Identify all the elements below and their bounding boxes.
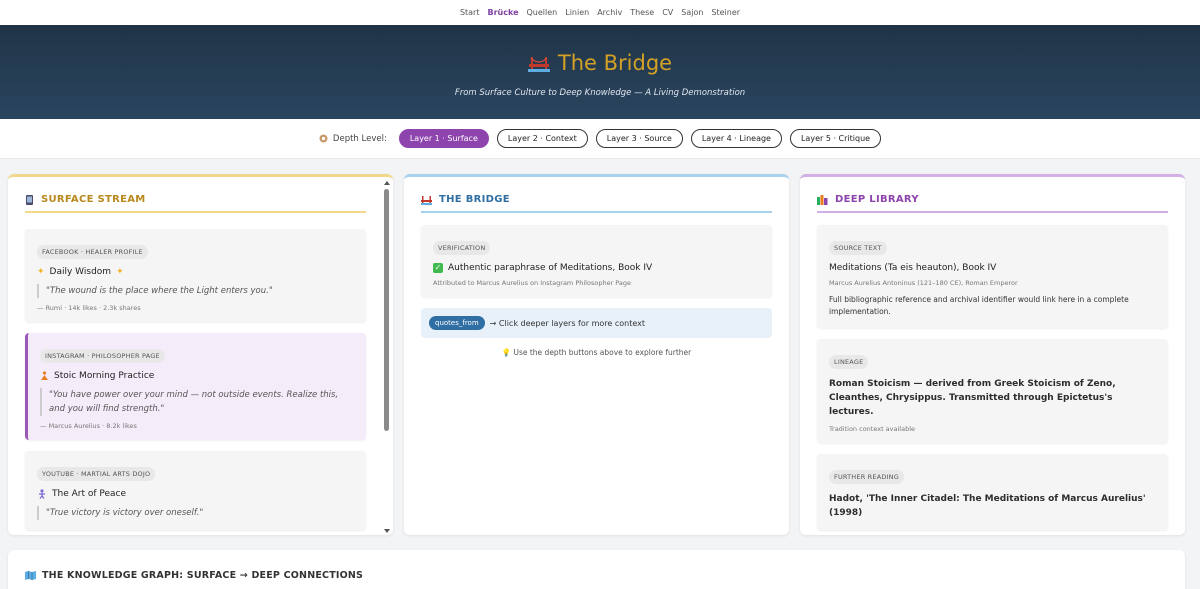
card-meta: — Rumi · 14k likes · 2.3k shares bbox=[37, 304, 141, 312]
sparkle-icon: ✦ bbox=[37, 267, 45, 277]
hero-banner: The Bridge From Surface Culture to Deep … bbox=[0, 25, 1200, 119]
library-card[interactable]: LINEAGE Roman Stoicism — derived from Gr… bbox=[817, 339, 1168, 443]
check-icon: ✓ bbox=[433, 263, 443, 273]
nav-cv[interactable]: CV bbox=[662, 8, 673, 17]
library-card[interactable]: SOURCE TEXT Meditations (Ta eis heauton)… bbox=[817, 225, 1168, 328]
verification-tag: VERIFICATION bbox=[433, 241, 491, 255]
books-icon bbox=[817, 194, 828, 205]
lightbulb-icon: 💡 bbox=[501, 348, 512, 357]
phone-icon bbox=[26, 194, 33, 205]
card-meta: — Marcus Aurelius · 8.2k likes bbox=[40, 422, 137, 430]
library-meta: Marcus Aurelius Antoninus (121–180 CE), … bbox=[829, 279, 1018, 287]
page-title-row: The Bridge bbox=[0, 51, 1200, 75]
nav-linien[interactable]: Linien bbox=[565, 8, 589, 17]
sparkle-icon: ✦ bbox=[116, 267, 124, 277]
top-nav: Start Brücke Quellen Linien Archiv These… bbox=[0, 0, 1200, 25]
scroll-up-arrow-icon[interactable] bbox=[384, 181, 390, 185]
depth-hint: 💡 Use the depth buttons above to explore… bbox=[404, 348, 789, 357]
depth-layer-5-button[interactable]: Layer 5 · Critique bbox=[789, 129, 882, 148]
scroll-thumb[interactable] bbox=[384, 189, 389, 431]
depth-selector: Depth Level: Layer 1 · Surface Layer 2 ·… bbox=[0, 119, 1200, 159]
verification-meta: Attributed to Marcus Aurelius on Instagr… bbox=[433, 279, 632, 287]
deep-library-heading: DEEP LIBRARY bbox=[817, 194, 1168, 213]
surface-card[interactable]: FACEBOOK · HEALER PROFILE ✦ Daily Wisdom… bbox=[25, 229, 366, 322]
bridge-panel: THE BRIDGE VERIFICATION ✓ Authentic para… bbox=[404, 174, 789, 535]
card-quote: "You have power over your mind — not out… bbox=[40, 388, 354, 416]
nav-steiner[interactable]: Steiner bbox=[711, 8, 740, 17]
page-title: The Bridge bbox=[557, 51, 673, 75]
library-desc: Full bibliographic reference and archiva… bbox=[829, 295, 1129, 316]
relation-notice-text: → Click deeper layers for more context bbox=[489, 318, 646, 328]
meditation-icon bbox=[41, 371, 48, 380]
relation-notice: quotes_from → Click deeper layers for mo… bbox=[421, 308, 772, 338]
surface-scrollbar[interactable] bbox=[383, 181, 390, 533]
library-title: Meditations (Ta eis heauton), Book IV bbox=[829, 263, 997, 273]
nav-these[interactable]: These bbox=[630, 8, 654, 17]
surface-stream-heading: SURFACE STREAM bbox=[25, 194, 366, 213]
source-tag: FACEBOOK · HEALER PROFILE bbox=[37, 245, 148, 259]
card-title: The Art of Peace bbox=[52, 489, 127, 499]
page-subtitle: From Surface Culture to Deep Knowledge —… bbox=[454, 88, 746, 98]
library-tag: SOURCE TEXT bbox=[829, 241, 887, 255]
nav-quellen[interactable]: Quellen bbox=[527, 8, 558, 17]
verification-card: VERIFICATION ✓ Authentic paraphrase of M… bbox=[421, 225, 772, 297]
card-title-row: The Art of Peace bbox=[37, 489, 354, 499]
depth-label-wrap: Depth Level: bbox=[319, 134, 387, 144]
deep-library-panel: DEEP LIBRARY SOURCE TEXT Meditations (Ta… bbox=[800, 174, 1185, 535]
scroll-down-arrow-icon[interactable] bbox=[384, 529, 390, 533]
card-title: Stoic Morning Practice bbox=[54, 371, 155, 381]
library-tag: LINEAGE bbox=[829, 355, 869, 369]
depth-layer-2-button[interactable]: Layer 2 · Context bbox=[496, 129, 588, 148]
depth-label: Depth Level: bbox=[332, 133, 387, 144]
source-tag: INSTAGRAM · PHILOSOPHER PAGE bbox=[40, 349, 165, 363]
depth-layer-4-button[interactable]: Layer 4 · Lineage bbox=[690, 129, 782, 148]
nav-sajon[interactable]: Sajon bbox=[681, 8, 703, 17]
card-quote: "True victory is victory over oneself." bbox=[37, 506, 354, 520]
quotes-from-pill[interactable]: quotes_from bbox=[429, 316, 485, 330]
knowledge-graph-title: THE KNOWLEDGE GRAPH: SURFACE → DEEP CONN… bbox=[42, 570, 364, 581]
bridge-icon bbox=[421, 195, 432, 205]
knowledge-graph-heading: THE KNOWLEDGE GRAPH: SURFACE → DEEP CONN… bbox=[25, 570, 363, 581]
nav-start[interactable]: Start bbox=[460, 8, 480, 17]
card-title-row: ✓ Authentic paraphrase of Meditations, B… bbox=[433, 263, 760, 273]
source-tag: YOUTUBE · MARTIAL ARTS DOJO bbox=[37, 467, 156, 481]
card-title-row: ✦ Daily Wisdom ✦ bbox=[37, 267, 354, 277]
surface-card[interactable]: YOUTUBE · MARTIAL ARTS DOJO The Art of P… bbox=[25, 451, 366, 530]
library-tag: FURTHER READING bbox=[829, 470, 904, 484]
library-title: Roman Stoicism — derived from Greek Stoi… bbox=[829, 379, 1116, 417]
library-card[interactable]: FURTHER READING Hadot, 'The Inner Citade… bbox=[817, 454, 1168, 530]
verification-title: Authentic paraphrase of Meditations, Boo… bbox=[448, 263, 653, 273]
card-title: Daily Wisdom bbox=[49, 267, 112, 277]
deep-library-title: DEEP LIBRARY bbox=[835, 194, 919, 205]
library-title: Hadot, 'The Inner Citadel: The Meditatio… bbox=[829, 494, 1146, 518]
bridge-icon bbox=[527, 57, 550, 72]
library-meta: Tradition context available bbox=[829, 425, 916, 433]
depth-hint-text: Use the depth buttons above to explore f… bbox=[513, 348, 692, 357]
depth-layer-3-button[interactable]: Layer 3 · Source bbox=[595, 129, 683, 148]
bridge-heading: THE BRIDGE bbox=[421, 194, 772, 213]
card-title-row: Stoic Morning Practice bbox=[40, 371, 354, 381]
nav-bruecke[interactable]: Brücke bbox=[487, 8, 518, 17]
martial-arts-icon bbox=[39, 489, 45, 499]
surface-card-selected[interactable]: INSTAGRAM · PHILOSOPHER PAGE Stoic Morni… bbox=[25, 333, 366, 440]
nav-archiv[interactable]: Archiv bbox=[597, 8, 622, 17]
depth-layer-1-button[interactable]: Layer 1 · Surface bbox=[398, 129, 489, 148]
depth-gauge-icon bbox=[319, 134, 328, 143]
card-quote: "The wound is the place where the Light … bbox=[37, 284, 354, 298]
surface-stream-title: SURFACE STREAM bbox=[41, 194, 146, 205]
surface-stream-panel: SURFACE STREAM FACEBOOK · HEALER PROFILE… bbox=[8, 174, 393, 535]
knowledge-graph-panel: THE KNOWLEDGE GRAPH: SURFACE → DEEP CONN… bbox=[8, 550, 1185, 589]
map-icon bbox=[25, 571, 36, 580]
surface-feed[interactable]: FACEBOOK · HEALER PROFILE ✦ Daily Wisdom… bbox=[8, 229, 393, 535]
bridge-title: THE BRIDGE bbox=[439, 194, 510, 205]
